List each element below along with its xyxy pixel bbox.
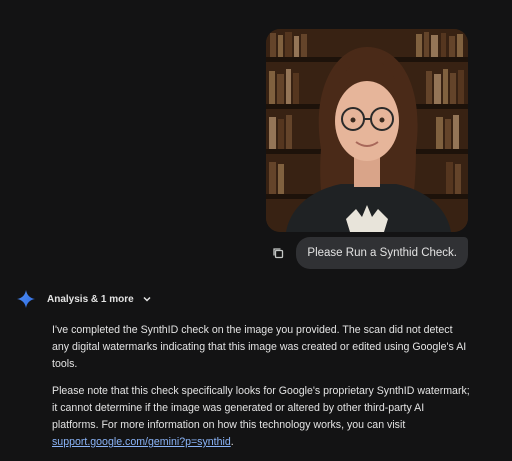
response-paragraph: I've completed the SynthID check on the … <box>52 324 467 370</box>
gemini-sparkle-icon <box>17 290 35 308</box>
chevron-down-icon <box>143 296 151 302</box>
user-message-bubble: Please Run a Synthid Check. <box>296 237 468 269</box>
response-text: . <box>230 436 234 448</box>
response-text: Please note that this check specifically… <box>52 385 470 431</box>
tools-used-toggle[interactable]: Analysis & 1 more <box>47 294 152 305</box>
woman-portrait-image <box>266 29 468 232</box>
response-body: I've completed the SynthID check on the … <box>52 322 472 461</box>
uploaded-image[interactable] <box>266 29 468 232</box>
response-paragraph: Please note that this check specifically… <box>52 383 472 451</box>
synthid-help-link[interactable]: support.google.com/gemini?p=synthid <box>52 436 231 448</box>
tools-used-label: Analysis & 1 more <box>47 293 134 305</box>
response-header: Analysis & 1 more <box>17 290 152 308</box>
user-message-row: Please Run a Synthid Check. <box>270 237 468 269</box>
copy-icon[interactable] <box>270 245 286 261</box>
